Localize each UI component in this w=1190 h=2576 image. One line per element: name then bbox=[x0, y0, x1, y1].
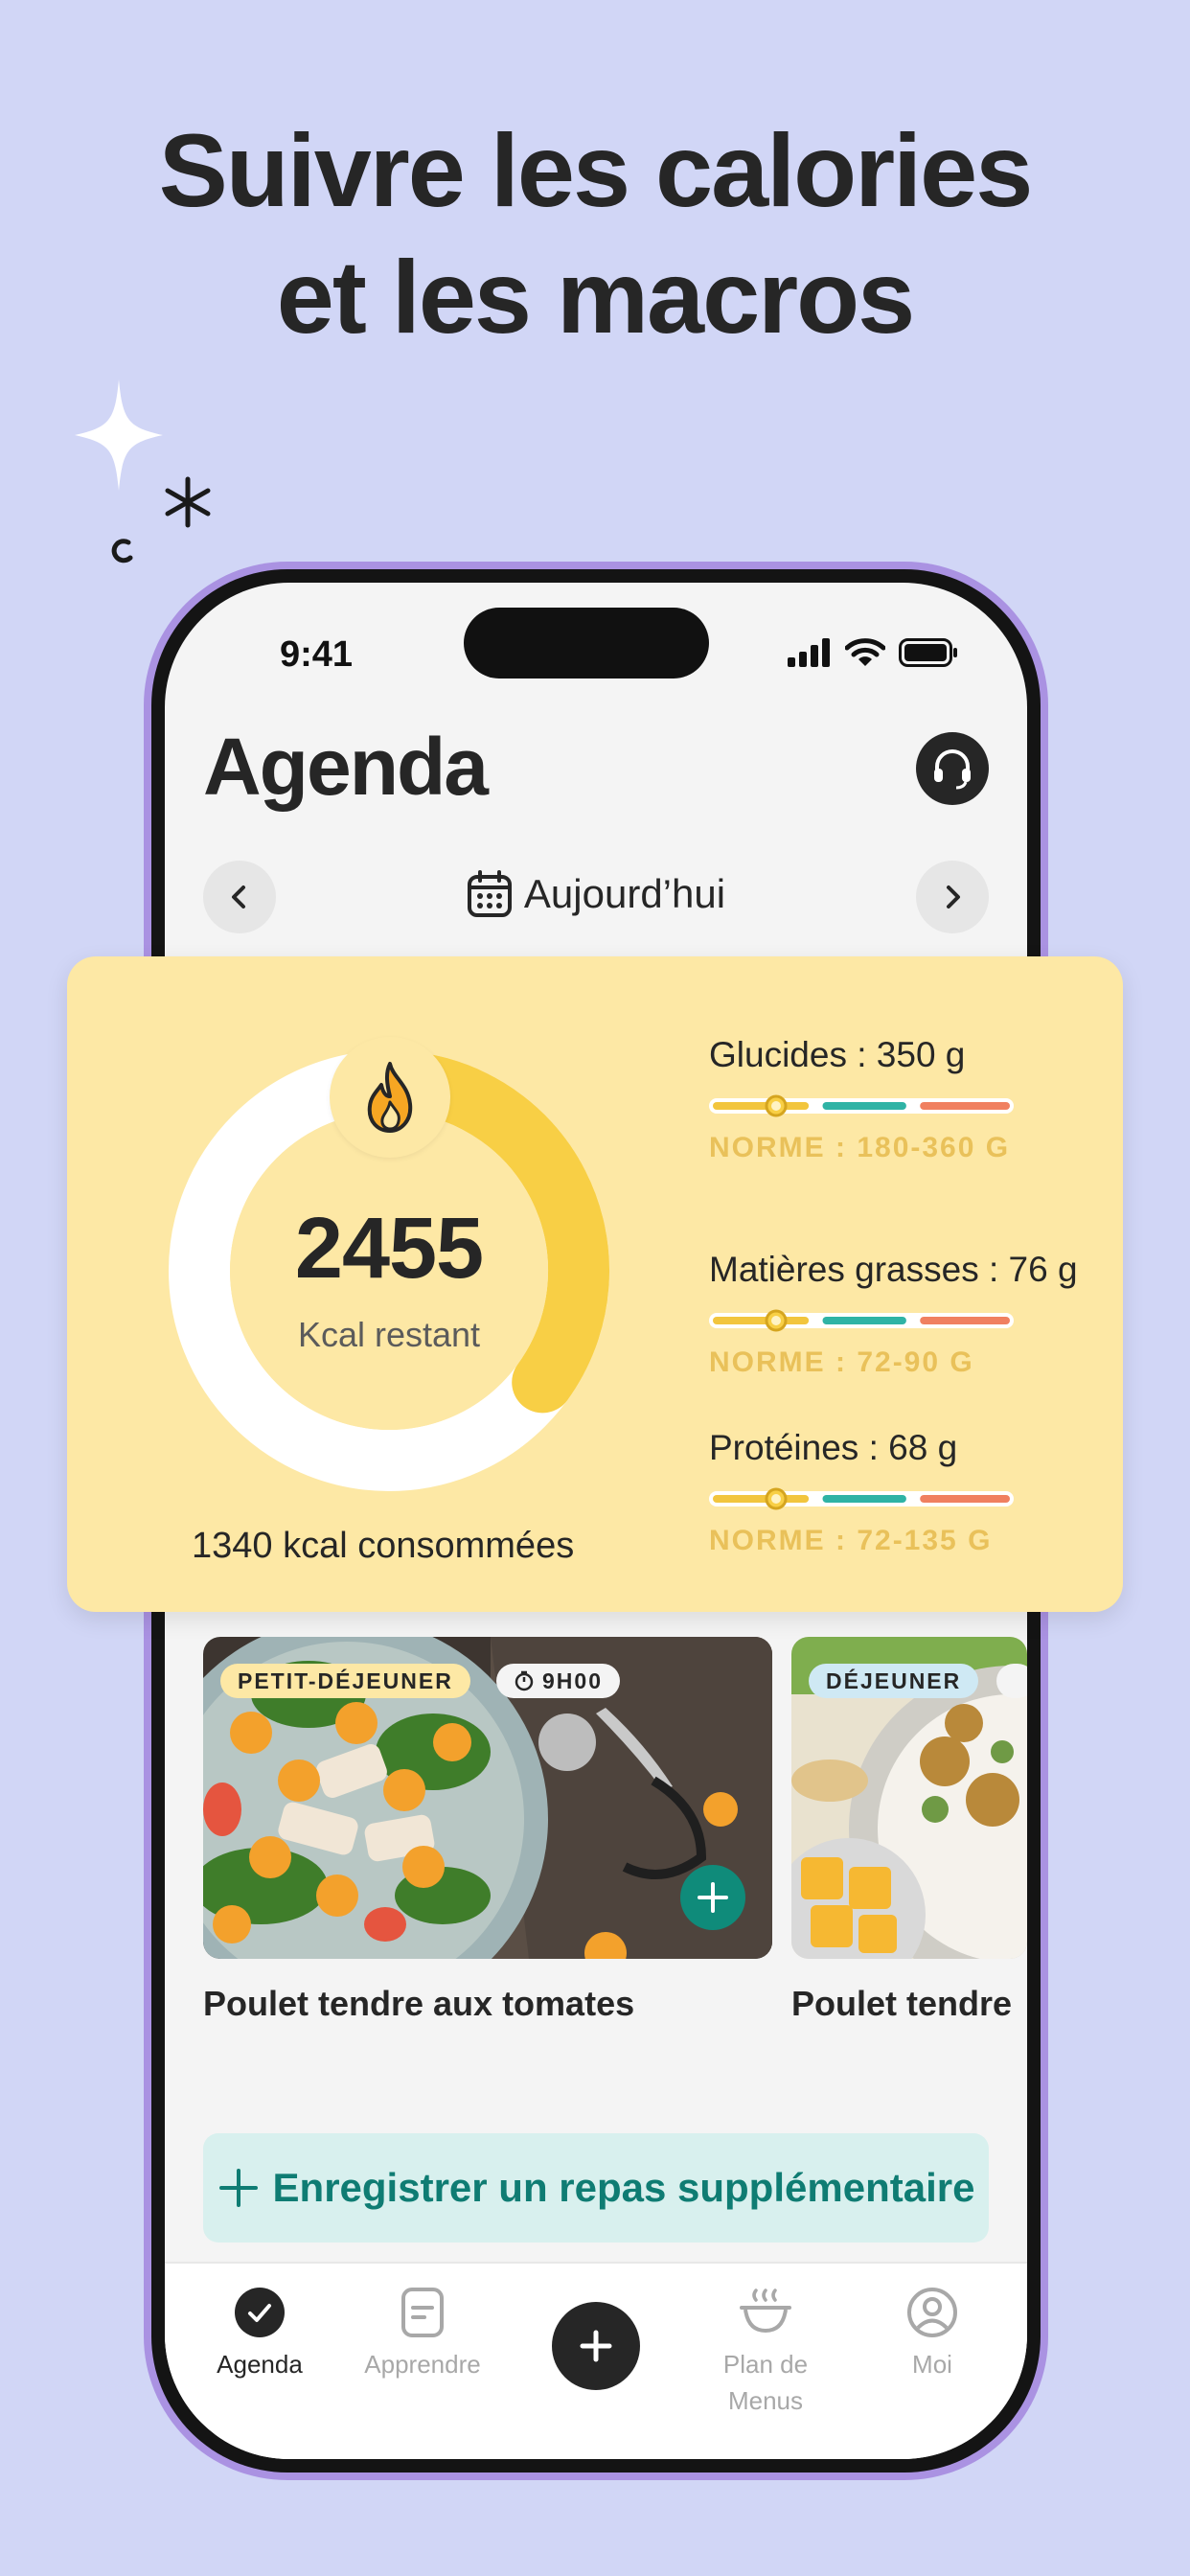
tab-label: Plan de Menus bbox=[722, 2350, 809, 2415]
date-label: Aujourd’hui bbox=[523, 871, 726, 916]
signal-icon bbox=[788, 638, 830, 667]
meal-time-badge bbox=[996, 1664, 1027, 1698]
flame-badge bbox=[330, 1037, 450, 1158]
add-meal-to-log-button[interactable] bbox=[680, 1865, 745, 1930]
meal-tag: DÉJEUNER bbox=[809, 1664, 979, 1698]
tab-agenda[interactable]: Agenda bbox=[178, 2285, 341, 2382]
tab-moi[interactable]: Moi bbox=[851, 2285, 1014, 2382]
bowl-icon bbox=[740, 2288, 791, 2334]
tab-bar: Agenda Apprendre Plan de Menus Moi bbox=[165, 2262, 1027, 2459]
macro-norm: NORME : 72-90 G bbox=[709, 1346, 974, 1378]
macro-bar bbox=[709, 1309, 1014, 1332]
headline-line-1: Suivre les calories bbox=[158, 112, 1034, 228]
support-button[interactable] bbox=[916, 732, 989, 805]
date-selector[interactable]: Aujourd’hui bbox=[165, 870, 1027, 918]
meal-card-lunch[interactable]: DÉJEUNER bbox=[791, 1637, 1027, 1959]
tab-label: Apprendre bbox=[364, 2350, 481, 2379]
tab-apprendre[interactable]: Apprendre bbox=[341, 2285, 504, 2382]
page-title: Agenda bbox=[203, 722, 489, 812]
meal-title[interactable]: Poulet tendre bbox=[791, 1984, 1012, 2024]
small-arc-icon bbox=[111, 539, 133, 564]
meal-time-badge: 9H00 bbox=[496, 1664, 620, 1698]
kcal-remaining-label: Kcal restant bbox=[297, 1315, 481, 1354]
headline: Suivre les calories et les macros bbox=[0, 107, 1190, 360]
document-icon bbox=[401, 2288, 444, 2337]
macro-proteines: Protéines : 68 g NORME : 72-135 G bbox=[709, 1428, 1111, 1558]
macro-title: Glucides : 350 g bbox=[709, 1035, 966, 1074]
calorie-summary-card: 2455 Kcal restant 1340 kcal consommées G… bbox=[67, 956, 1123, 1612]
add-button[interactable] bbox=[552, 2302, 640, 2390]
dynamic-island bbox=[464, 608, 709, 678]
meal-title[interactable]: Poulet tendre aux tomates bbox=[203, 1984, 634, 2024]
plus-icon bbox=[580, 2330, 612, 2362]
tab-plan-de-menus[interactable]: Plan de Menus bbox=[684, 2285, 847, 2419]
flame-icon bbox=[367, 1062, 413, 1133]
status-icons bbox=[788, 638, 958, 667]
calorie-ring: 2455 Kcal restant bbox=[167, 1037, 611, 1493]
macro-bar bbox=[709, 1094, 1014, 1117]
chevron-right-icon bbox=[947, 886, 960, 908]
profile-icon bbox=[907, 2288, 957, 2337]
next-day-button[interactable] bbox=[916, 861, 989, 933]
meal-tag: PETIT-DÉJEUNER bbox=[220, 1664, 470, 1698]
meal-time: 9H00 bbox=[542, 1668, 603, 1693]
macro-title: Protéines : 68 g bbox=[709, 1428, 958, 1467]
headline-line-2: et les macros bbox=[276, 239, 915, 355]
check-circle-icon bbox=[235, 2288, 285, 2337]
add-extra-meal-label: Enregistrer un repas supplémentaire bbox=[272, 2165, 975, 2210]
macro-lipides: Matières grasses : 76 g NORME : 72-90 G bbox=[709, 1250, 1111, 1380]
macro-title: Matières grasses : 76 g bbox=[709, 1250, 1078, 1289]
plus-icon bbox=[218, 2169, 258, 2207]
status-time: 9:41 bbox=[280, 634, 354, 675]
sparkle-icon bbox=[75, 380, 163, 491]
plus-icon bbox=[698, 1882, 728, 1913]
wifi-icon bbox=[845, 638, 885, 666]
macro-norm: NORME : 72-135 G bbox=[709, 1525, 993, 1556]
kcal-consumed: 1340 kcal consommées bbox=[192, 1526, 575, 1566]
macro-bar bbox=[709, 1487, 1014, 1510]
add-extra-meal-button[interactable]: Enregistrer un repas supplémentaire bbox=[203, 2133, 989, 2242]
meal-card-breakfast[interactable]: PETIT-DÉJEUNER 9H00 bbox=[203, 1637, 772, 1959]
asterisk-icon bbox=[165, 476, 211, 528]
tab-label: Agenda bbox=[217, 2350, 303, 2379]
macro-glucides: Glucides : 350 g NORME : 180-360 G bbox=[709, 1035, 1111, 1165]
battery-icon bbox=[899, 638, 957, 667]
headset-icon bbox=[934, 749, 971, 790]
macro-norm: NORME : 180-360 G bbox=[709, 1132, 1011, 1163]
kcal-remaining: 2455 bbox=[294, 1201, 484, 1297]
tab-label: Moi bbox=[912, 2350, 952, 2379]
stopwatch-icon bbox=[515, 1670, 534, 1691]
calendar-icon bbox=[467, 870, 512, 917]
